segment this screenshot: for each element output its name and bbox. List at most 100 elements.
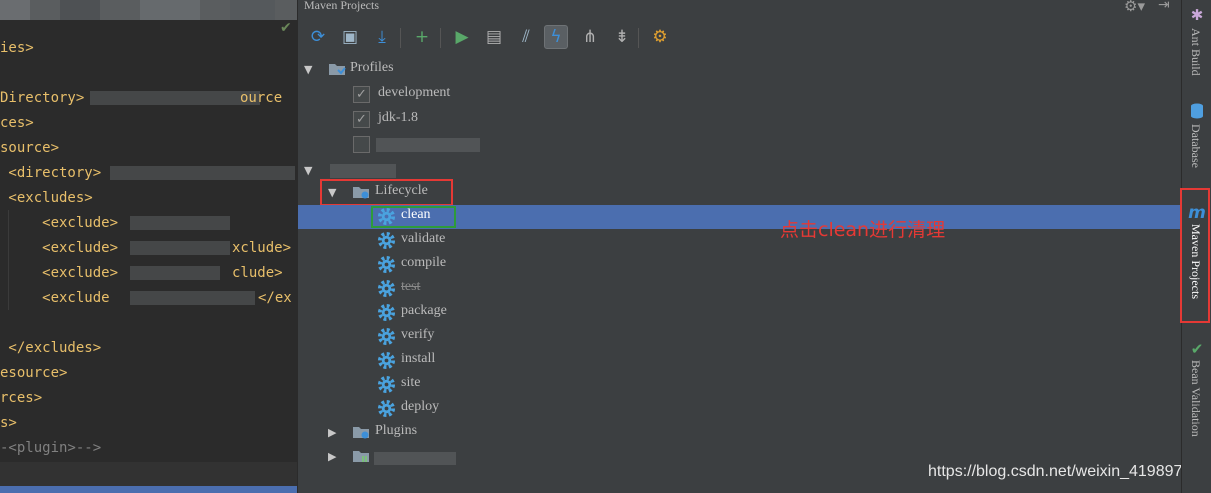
run-icon[interactable]: ▶ [450,25,474,49]
plugins-folder-icon [353,427,369,439]
inspection-ok-icon: ✔ [280,20,292,36]
project-name-redacted [330,164,396,178]
redacted-text [130,241,230,255]
redacted-text [130,266,220,280]
tree-node-plugins[interactable]: ▶ Plugins [298,421,1181,445]
expand-toggle-icon[interactable]: ▶ [328,450,336,463]
generate-sources-icon[interactable]: ▣ [338,25,362,49]
redacted-text [130,291,255,305]
lifecycle-goal-test[interactable]: test [298,277,1181,301]
collapse-all-icon[interactable]: ⇟ [610,25,634,49]
code-text: ies> [0,40,34,56]
panel-title: Maven Projects [304,0,379,12]
goal-label: verify [401,327,435,342]
redacted-text [110,166,295,180]
maven-settings-icon[interactable]: ⚙ [648,25,672,49]
code-text: s> [0,415,17,431]
hide-icon[interactable]: ⇥ [1158,0,1170,13]
lifecycle-goal-install[interactable]: install [298,349,1181,373]
profile-label: jdk-1.8 [378,110,419,125]
download-icon[interactable]: ⤓ [370,25,394,49]
code-text: <exclude [0,290,110,306]
code-line: <exclude> [0,212,118,234]
code-line: esource> [0,362,67,384]
code-text: Directory> [0,90,85,106]
tab-ant-build[interactable]: ✱ Ant Build [1182,6,1211,86]
ant-icon: ✱ [1190,6,1204,24]
toggle-offline-icon[interactable]: ⫽ [514,25,538,49]
code-text: <directory> [0,165,102,181]
code-line: <exclude> [0,237,118,259]
annotation-text: 点击clean进行清理 [780,219,946,241]
redacted-text [130,216,230,230]
gear-icon [377,375,396,394]
code-line: source> [0,137,59,159]
settings-icon[interactable]: ⚙▾ [1124,0,1145,15]
lifecycle-goal-validate[interactable]: validate [298,229,1181,253]
execute-goal-icon[interactable]: ▤ [482,25,506,49]
lifecycle-goal-package[interactable]: package [298,301,1181,325]
skip-tests-icon[interactable]: ϟ [544,25,568,49]
indent-guide [8,210,9,310]
maven-toolbar: ⟳ ▣ ⤓ + ▶ ▤ ⫽ ϟ ⋔ ⇟ ⚙ [298,22,1181,54]
goal-label: validate [401,231,446,246]
goal-label: site [401,375,421,390]
tab-bean-validation[interactable]: ✔ Bean Validation [1182,340,1211,455]
code-text: <exclude> [0,265,119,281]
goal-label: install [401,351,436,366]
code-text: ces> [0,115,34,131]
profile-label: development [378,85,451,100]
code-text: rces> [0,390,43,406]
code-line: s> [0,412,17,434]
gear-icon [377,231,396,250]
add-icon[interactable]: + [410,25,434,49]
lifecycle-goal-deploy[interactable]: deploy [298,397,1181,421]
gear-icon [377,351,396,370]
profiles-folder-icon [329,64,346,75]
toolbar-separator [440,28,441,48]
lifecycle-highlight-box [320,179,453,206]
lifecycle-goal-compile[interactable]: compile [298,253,1181,277]
code-line: ces> [0,112,34,134]
reimport-icon[interactable]: ⟳ [306,25,330,49]
tree-node-profiles[interactable]: ▼ Profiles [298,58,1181,82]
code-text: <exclude> [0,240,119,256]
code-line: <excludes> [0,187,93,209]
lifecycle-goal-verify[interactable]: verify [298,325,1181,349]
toolbar-separator [400,28,401,48]
goal-label: package [401,303,447,318]
gear-icon [377,279,396,298]
gear-icon [377,255,396,274]
redacted-text [90,91,260,105]
tree-label: Plugins [375,423,418,438]
profile-item[interactable]: ✓ jdk-1.8 [298,108,1181,132]
expand-toggle-icon[interactable]: ▼ [304,164,312,177]
profile-checkbox[interactable]: ✓ [353,111,370,128]
code-text: source> [0,140,60,156]
profile-checkbox[interactable]: ✓ [353,86,370,103]
code-text-tail: </ex [258,290,292,306]
expand-toggle-icon[interactable]: ▼ [304,63,312,76]
maven-tab-highlight-box [1180,188,1210,323]
tab-label: Ant Build [1189,28,1203,76]
profile-item[interactable] [298,133,1181,157]
dependencies-icon[interactable]: ⋔ [578,25,602,49]
expand-toggle-icon[interactable]: ▶ [328,426,336,439]
tab-label: Bean Validation [1189,360,1203,437]
profile-checkbox[interactable] [353,136,370,153]
tab-database[interactable]: Database [1182,102,1211,177]
profile-item[interactable]: ✓ development [298,83,1181,107]
clean-highlight-box [371,206,456,228]
gear-icon [377,303,396,322]
maven-projects-panel: Maven Projects ⚙▾ ⇥ ⟳ ▣ ⤓ + ▶ ▤ ⫽ ϟ ⋔ ⇟ ⚙ ▼ Profil… [297,0,1181,493]
code-text: </excludes> [0,340,102,356]
lifecycle-goal-site[interactable]: site [298,373,1181,397]
code-editor[interactable]: ✔ ies> Directory> ource ces> source> <direct… [0,0,297,493]
code-text: <excludes> [0,190,93,206]
code-text: -<plugin>--> [0,440,102,456]
code-text-tail: clude> [232,265,283,281]
tab-label: Database [1189,124,1203,168]
code-line: </excludes> [0,337,101,359]
code-line: Directory> [0,87,84,109]
watermark: https://blog.csdn.net/weixin_41989775 [928,463,1201,480]
